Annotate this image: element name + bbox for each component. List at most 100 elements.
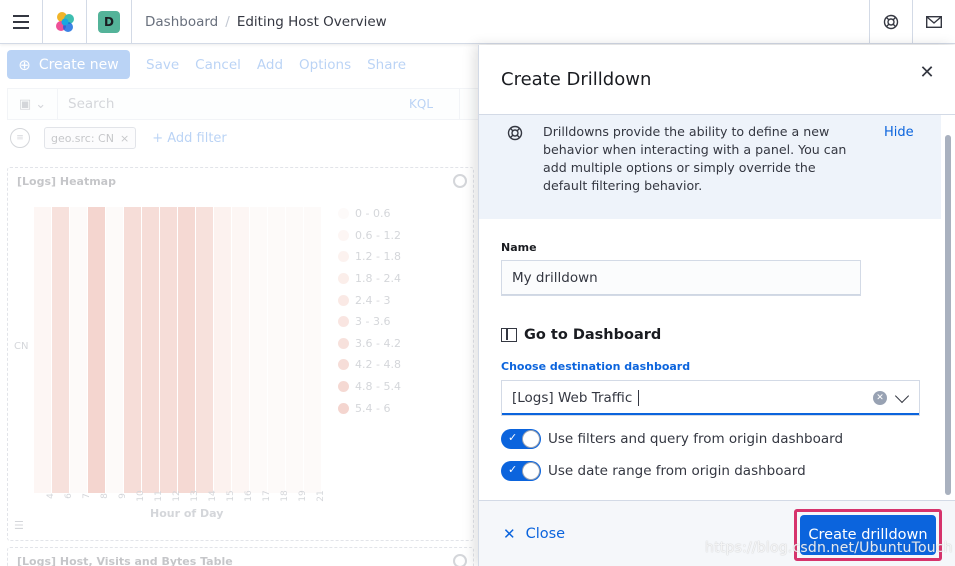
legend-dot — [338, 251, 349, 263]
heatmap-cell — [88, 207, 106, 493]
legend-label: 0.6 - 1.2 — [355, 228, 401, 242]
x-tick-label: 11 — [154, 490, 164, 502]
close-icon[interactable]: × — [120, 132, 129, 145]
x-tick-label: 8 — [100, 493, 110, 499]
panel-title: [Logs] Heatmap — [17, 175, 116, 188]
legend-item[interactable]: 0 - 0.6 — [338, 203, 401, 225]
elastic-logo-icon — [55, 11, 74, 32]
heatmap-cell — [124, 207, 142, 493]
kql-toggle[interactable]: KQL — [409, 97, 459, 111]
heatmap-cell — [286, 207, 304, 493]
x-tick-label: 4 — [46, 493, 56, 499]
add-link[interactable]: Add — [257, 57, 283, 73]
heatmap-legend: 0 - 0.6 0.6 - 1.2 1.2 - 1.8 1.8 - 2.4 2.4 - … — [338, 203, 401, 419]
search-input[interactable]: Search — [58, 96, 409, 112]
save-link[interactable]: Save — [146, 57, 179, 73]
chevron-down-icon[interactable] — [894, 388, 910, 403]
check-icon: ✓ — [508, 463, 518, 476]
cancel-link[interactable]: Cancel — [195, 57, 241, 73]
switch-knob — [522, 430, 540, 448]
flyout-scrollbar[interactable] — [945, 135, 951, 495]
destination-dashboard-combobox[interactable]: [Logs] Web Traffic ✕ — [501, 380, 920, 416]
legend-item[interactable]: 4.2 - 4.8 — [338, 354, 401, 376]
breadcrumb: Dashboard / Editing Host Overview — [132, 14, 869, 30]
heatmap-x-title: Hour of Day — [150, 507, 224, 520]
drilldown-info-callout: Drilldowns provide the ability to define… — [479, 115, 941, 219]
legend-item[interactable]: 1.2 - 1.8 — [338, 246, 401, 268]
x-tick-label: 15 — [226, 490, 236, 502]
clear-icon[interactable]: ✕ — [873, 391, 887, 405]
flyout-title: Create Drilldown — [501, 69, 652, 90]
saved-query-button[interactable]: ▣ ⌄ — [8, 89, 58, 119]
x-tick-label: 10 — [136, 490, 146, 502]
heatmap-cell — [304, 207, 322, 493]
legend-label: 3 - 3.6 — [355, 315, 391, 329]
space-selector[interactable]: D — [87, 0, 132, 44]
heatmap-cell — [142, 207, 160, 493]
help-menu-button[interactable] — [869, 0, 912, 44]
legend-dot — [338, 273, 349, 285]
close-icon[interactable]: ✕ — [917, 62, 937, 83]
heatmap-cell — [214, 207, 232, 493]
legend-item[interactable]: 3 - 3.6 — [338, 311, 401, 333]
name-label: Name — [501, 241, 537, 254]
add-filter-link[interactable]: + Add filter — [152, 131, 227, 146]
legend-item[interactable]: 3.6 - 4.2 — [338, 333, 401, 355]
legend-label: 4.8 - 5.4 — [355, 380, 401, 394]
hide-link[interactable]: Hide — [884, 125, 914, 140]
legend-dot — [338, 294, 349, 306]
help-lifebuoy-icon — [507, 125, 523, 141]
create-new-label: Create new — [38, 56, 119, 73]
x-tick-label: 16 — [244, 490, 254, 502]
legend-label: 3.6 - 4.2 — [355, 336, 401, 350]
table-panel: [Logs] Host, Visits and Bytes Table — [7, 547, 474, 566]
calendar-icon[interactable] — [459, 89, 479, 119]
legend-item[interactable]: 0.6 - 1.2 — [338, 225, 401, 247]
newsfeed-button[interactable] — [912, 0, 955, 44]
share-link[interactable]: Share — [367, 57, 406, 73]
dashboard-editor: ⊕ Create new Save Cancel Add Options Sha… — [0, 45, 480, 566]
legend-label: 4.2 - 4.8 — [355, 358, 401, 372]
text-cursor — [638, 390, 640, 406]
use-date-range-label[interactable]: Use date range from origin dashboard — [548, 463, 806, 479]
use-filters-label[interactable]: Use filters and query from origin dashbo… — [548, 431, 843, 447]
heatmap-x-ticks: 4 6 7 8 9 10 11 12 13 14 15 16 17 18 19 21 — [42, 490, 330, 501]
breadcrumb-dashboard[interactable]: Dashboard — [145, 14, 218, 30]
flyout-body: Drilldowns provide the ability to define… — [479, 114, 955, 499]
space-avatar: D — [98, 10, 120, 33]
close-icon: ✕ — [503, 525, 516, 543]
menu-button[interactable] — [0, 0, 43, 44]
gear-icon[interactable] — [453, 174, 467, 188]
use-date-range-switch[interactable]: ✓ — [501, 461, 541, 481]
heatmap-cell — [250, 207, 268, 493]
scrollbar-thumb[interactable] — [945, 135, 951, 495]
legend-item[interactable]: 2.4 - 3 — [338, 289, 401, 311]
legend-item[interactable]: 4.8 - 5.4 — [338, 376, 401, 398]
name-field[interactable]: My drilldown — [501, 260, 861, 296]
breadcrumb-separator: / — [225, 13, 230, 30]
elastic-logo[interactable] — [43, 0, 87, 44]
top-header: D Dashboard / Editing Host Overview — [0, 0, 955, 44]
breadcrumb-current: Editing Host Overview — [236, 13, 387, 30]
filter-pill[interactable]: geo.src: CN × — [44, 127, 137, 149]
dashboard-toolbar: ⊕ Create new Save Cancel Add Options Sha… — [7, 50, 406, 79]
list-icon[interactable]: ☰ — [14, 519, 24, 532]
combo-value: [Logs] Web Traffic — [512, 390, 633, 406]
name-field-value: My drilldown — [512, 270, 598, 286]
hamburger-icon — [13, 14, 29, 29]
gear-icon[interactable] — [453, 554, 467, 566]
legend-item[interactable]: 1.8 - 2.4 — [338, 268, 401, 290]
destination-label: Choose destination dashboard — [501, 360, 691, 373]
create-new-button[interactable]: ⊕ Create new — [7, 50, 130, 79]
close-button[interactable]: ✕ Close — [503, 525, 565, 543]
heatmap-cell — [232, 207, 250, 493]
legend-item[interactable]: 5.4 - 6 — [338, 397, 401, 419]
heatmap-y-label: CN — [14, 341, 29, 352]
filter-options-icon[interactable]: ≡ — [10, 128, 30, 148]
switch-knob — [522, 462, 540, 480]
x-tick-label: 6 — [64, 493, 74, 499]
legend-label: 1.2 - 1.8 — [355, 250, 401, 264]
use-filters-switch[interactable]: ✓ — [501, 429, 541, 449]
close-label: Close — [525, 526, 566, 542]
options-link[interactable]: Options — [299, 57, 351, 73]
